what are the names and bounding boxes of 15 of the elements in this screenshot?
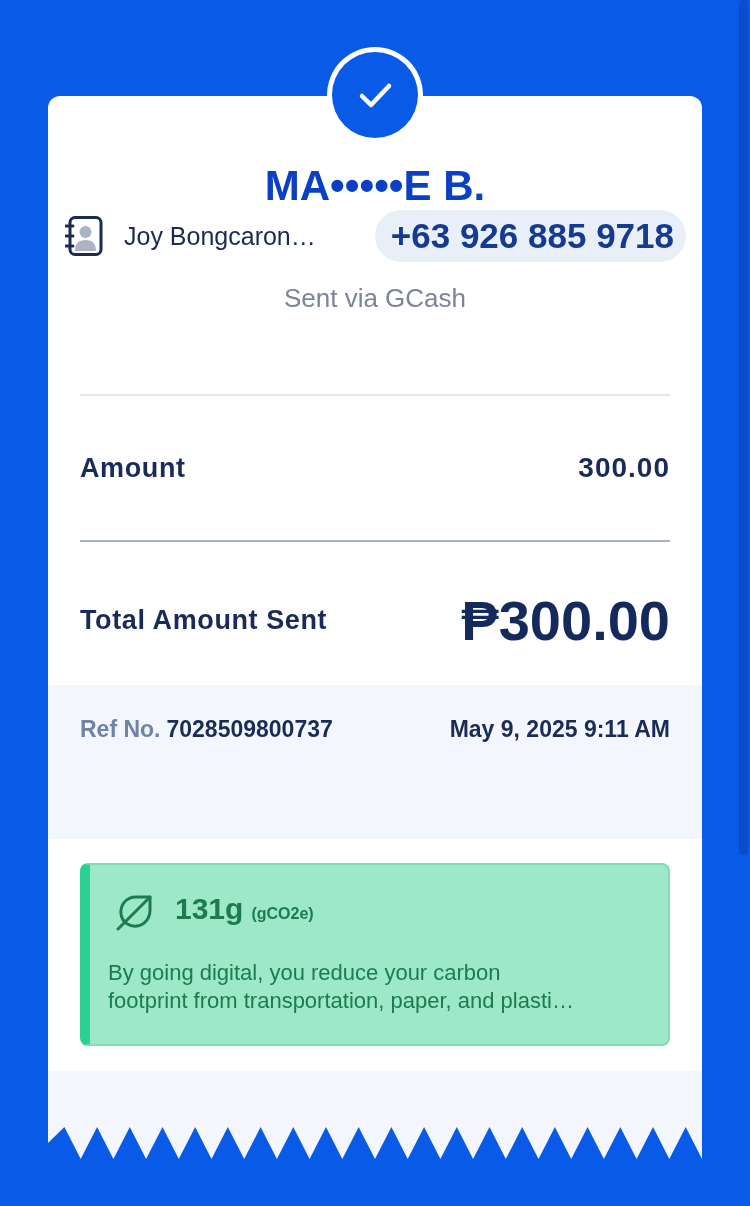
contact-book-icon	[65, 216, 103, 256]
detail-value: 300.00	[578, 452, 670, 484]
detail-value: ₱300.00	[461, 588, 670, 653]
detail-label: Total Amount Sent	[80, 605, 328, 636]
recipient-name: MA•••••E B.	[263, 162, 487, 210]
ref-number: 7028509800737	[166, 715, 333, 743]
carbon-value: 131g	[175, 892, 244, 926]
ref-label: Ref No.	[80, 715, 161, 743]
detail-label: Amount	[80, 452, 186, 484]
channel-label: Sent via GCash	[282, 283, 468, 313]
carbon-unit: (gCO2e)	[251, 905, 314, 923]
carbon-message: By going digital, you reduce your carbon footprint from transportation, paper, and plasti…	[108, 959, 575, 1015]
transaction-datetime: May 9, 2025 9:11 AM	[449, 715, 670, 743]
contact-name: Joy Bongcaron…	[124, 221, 316, 251]
phone-number-pill: +63 926 885 9718	[374, 210, 686, 262]
